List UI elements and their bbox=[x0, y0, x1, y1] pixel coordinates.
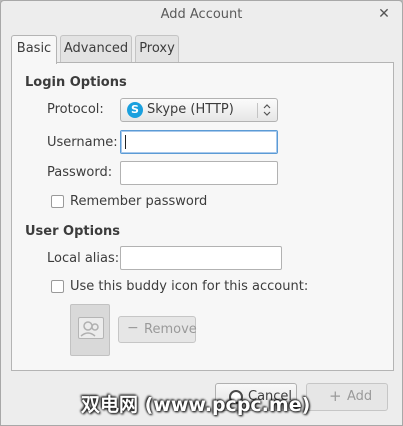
remove-label: Remove bbox=[144, 322, 197, 337]
text-caret bbox=[125, 135, 126, 149]
remember-password-label[interactable]: Remember password bbox=[70, 194, 207, 209]
site-watermark: 双电网 (www.pcpc.me) bbox=[81, 394, 311, 416]
password-label: Password: bbox=[47, 165, 113, 180]
add-account-dialog: Add Account ✕ Basic Advanced Proxy Login… bbox=[0, 0, 403, 426]
basic-panel: Login Options Protocol: S Skype (HTTP) U… bbox=[11, 62, 394, 371]
close-icon[interactable]: ✕ bbox=[376, 5, 392, 23]
add-button[interactable]: + Add bbox=[306, 383, 388, 411]
local-alias-field[interactable] bbox=[120, 246, 282, 270]
window-title: Add Account bbox=[160, 7, 243, 22]
protocol-label: Protocol: bbox=[47, 102, 104, 117]
buddy-icon-button[interactable] bbox=[70, 304, 110, 356]
remove-button[interactable]: − Remove bbox=[118, 316, 197, 343]
local-alias-label: Local alias: bbox=[47, 251, 120, 266]
login-options-heading: Login Options bbox=[25, 75, 127, 90]
username-field[interactable] bbox=[120, 130, 278, 154]
skype-icon: S bbox=[127, 102, 143, 118]
protocol-select[interactable]: S Skype (HTTP) bbox=[120, 98, 278, 122]
minus-icon: − bbox=[127, 320, 139, 336]
password-field[interactable] bbox=[120, 161, 278, 185]
remember-password-checkbox[interactable] bbox=[51, 195, 64, 208]
plus-icon: + bbox=[329, 387, 342, 405]
tab-advanced[interactable]: Advanced bbox=[60, 35, 132, 63]
add-label: Add bbox=[347, 389, 373, 404]
combo-separator bbox=[257, 103, 258, 118]
buddy-icon-checkbox[interactable] bbox=[51, 280, 64, 293]
buddy-icon-label[interactable]: Use this buddy icon for this account: bbox=[70, 279, 308, 294]
updown-arrows-icon bbox=[263, 104, 271, 116]
tab-proxy[interactable]: Proxy bbox=[135, 35, 179, 63]
user-options-heading: User Options bbox=[25, 224, 120, 239]
protocol-value: Skype (HTTP) bbox=[147, 102, 234, 117]
image-placeholder-icon bbox=[78, 317, 104, 339]
username-label: Username: bbox=[47, 135, 118, 150]
tab-basic[interactable]: Basic bbox=[11, 35, 57, 64]
